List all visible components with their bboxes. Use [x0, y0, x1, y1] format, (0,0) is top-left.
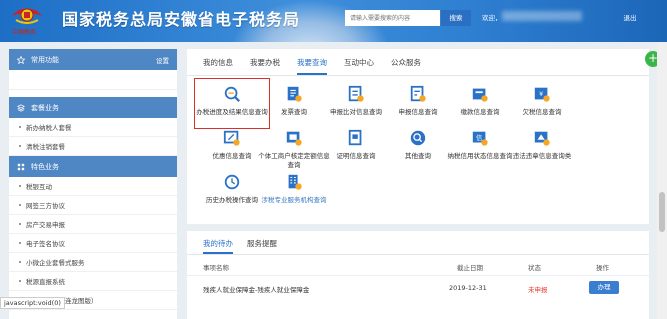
sidebar-item-tripartite-agreement[interactable]: 网签三方协议: [9, 196, 177, 215]
tab-my-todo[interactable]: 我的待办: [203, 238, 233, 254]
tile-violation-query[interactable]: 违法违章信息查询类: [506, 129, 578, 161]
tab-my-info[interactable]: 我的信息: [203, 57, 233, 75]
col-action: 操作: [596, 264, 609, 272]
sidebar: 常用功能 设置 套餐业务 新办纳税人套餐 清税注销套餐 特色业务 税银互动 网签…: [9, 49, 177, 319]
settings-link[interactable]: 设置: [156, 55, 169, 65]
payment-icon: [472, 88, 488, 102]
todo-panel: 我的待办 服务提醒 事项名称 截止日期 状态 操作 残疾人就业保障金-残疾人就业…: [187, 231, 649, 319]
package-business-header[interactable]: 套餐业务: [9, 97, 177, 118]
sidebar-item-new-taxpayer-package[interactable]: 新办纳税人套餐: [9, 118, 177, 137]
sidebar-item-small-business[interactable]: 小微企业套餐式服务: [9, 253, 177, 272]
sidebar-item-tax-bank[interactable]: 税银互动: [9, 177, 177, 196]
certificate-icon: [348, 129, 362, 146]
tab-service-reminder[interactable]: 服务提醒: [247, 238, 277, 254]
sidebar-item-deregistration-package[interactable]: 清税注销套餐: [9, 137, 177, 156]
search-input[interactable]: [345, 10, 440, 26]
welcome-text: 欢迎，: [482, 14, 502, 22]
col-item-name: 事项名称: [203, 264, 229, 272]
item-deadline: 2019-12-31: [449, 284, 487, 292]
declare-icon: [410, 85, 426, 102]
common-functions-header[interactable]: 常用功能 设置: [9, 49, 177, 70]
sidebar-item-property-declaration[interactable]: 房产交易申报: [9, 215, 177, 234]
tab-public-service[interactable]: 公众服务: [391, 57, 421, 75]
special-business-header[interactable]: 特色业务: [9, 156, 177, 177]
brand-subtitle: 中国税务: [12, 29, 37, 36]
agency-icon: [288, 174, 302, 190]
sidebar-item-direct-report[interactable]: 税源直报系统: [9, 272, 177, 291]
todo-tabs: 我的待办 服务提醒: [187, 231, 649, 255]
header-banner: 中国税务 国家税务总局安徽省电子税务局 搜索 欢迎， 退出: [0, 0, 667, 42]
discount-icon: [223, 130, 240, 146]
common-functions-area: [9, 70, 177, 90]
tile-agency-query[interactable]: 涉税专业服务机构查询: [258, 173, 330, 205]
username-redacted: [502, 11, 582, 21]
scrollbar[interactable]: [657, 42, 667, 319]
package-business-label: 套餐业务: [31, 103, 59, 112]
history-icon: [224, 174, 240, 190]
main-panel: 我的信息 我要办税 我要查询 互动中心 公众服务 办税进度及结果信息查询 发票查…: [187, 49, 649, 224]
tile-arrears-query[interactable]: ¥ 欠税信息查询: [506, 85, 578, 117]
browser-status-bar: javascript:void(0): [0, 297, 65, 309]
sidebar-item-e-signature[interactable]: 电子签名协议: [9, 234, 177, 253]
violation-icon: [534, 131, 550, 146]
table-row: 残疾人就业保障金-残疾人就业保障金 2019-12-31 未申报 办理: [187, 279, 649, 299]
tax-emblem-icon: [12, 8, 42, 24]
col-status: 状态: [528, 264, 541, 272]
arrears-icon: ¥: [534, 87, 550, 102]
magnifier-icon: [224, 86, 240, 102]
scrollbar-thumb[interactable]: [659, 192, 665, 232]
site-title: 国家税务总局安徽省电子税务局: [62, 10, 301, 29]
invoice-icon: [287, 86, 302, 102]
table-header: 事项名称 截止日期 状态 操作: [187, 257, 649, 276]
logout-button[interactable]: 退出: [612, 10, 648, 26]
compare-icon: [348, 85, 364, 102]
status-badge: 未申报: [528, 286, 548, 294]
common-functions-label: 常用功能: [31, 55, 59, 64]
col-deadline: 截止日期: [457, 264, 483, 272]
main-tabs: 我的信息 我要办税 我要查询 互动中心 公众服务: [187, 49, 649, 76]
other-search-icon: [410, 130, 426, 146]
tab-interaction[interactable]: 互动中心: [344, 57, 374, 75]
tab-query[interactable]: 我要查询: [297, 57, 327, 75]
grid-icon: [17, 163, 25, 170]
credit-icon: 信: [472, 131, 488, 146]
item-name: 残疾人就业保障金-残疾人就业保障金: [203, 286, 310, 294]
tab-tax-handling[interactable]: 我要办税: [250, 57, 280, 75]
package-icon: [17, 103, 25, 112]
special-business-label: 特色业务: [31, 162, 59, 171]
svg-text:信: 信: [476, 133, 482, 142]
svg-text:¥: ¥: [539, 91, 543, 98]
household-icon: [286, 131, 302, 146]
handle-button[interactable]: 办理: [589, 281, 619, 294]
star-icon: [17, 55, 25, 64]
search-button[interactable]: 搜索: [441, 10, 471, 26]
